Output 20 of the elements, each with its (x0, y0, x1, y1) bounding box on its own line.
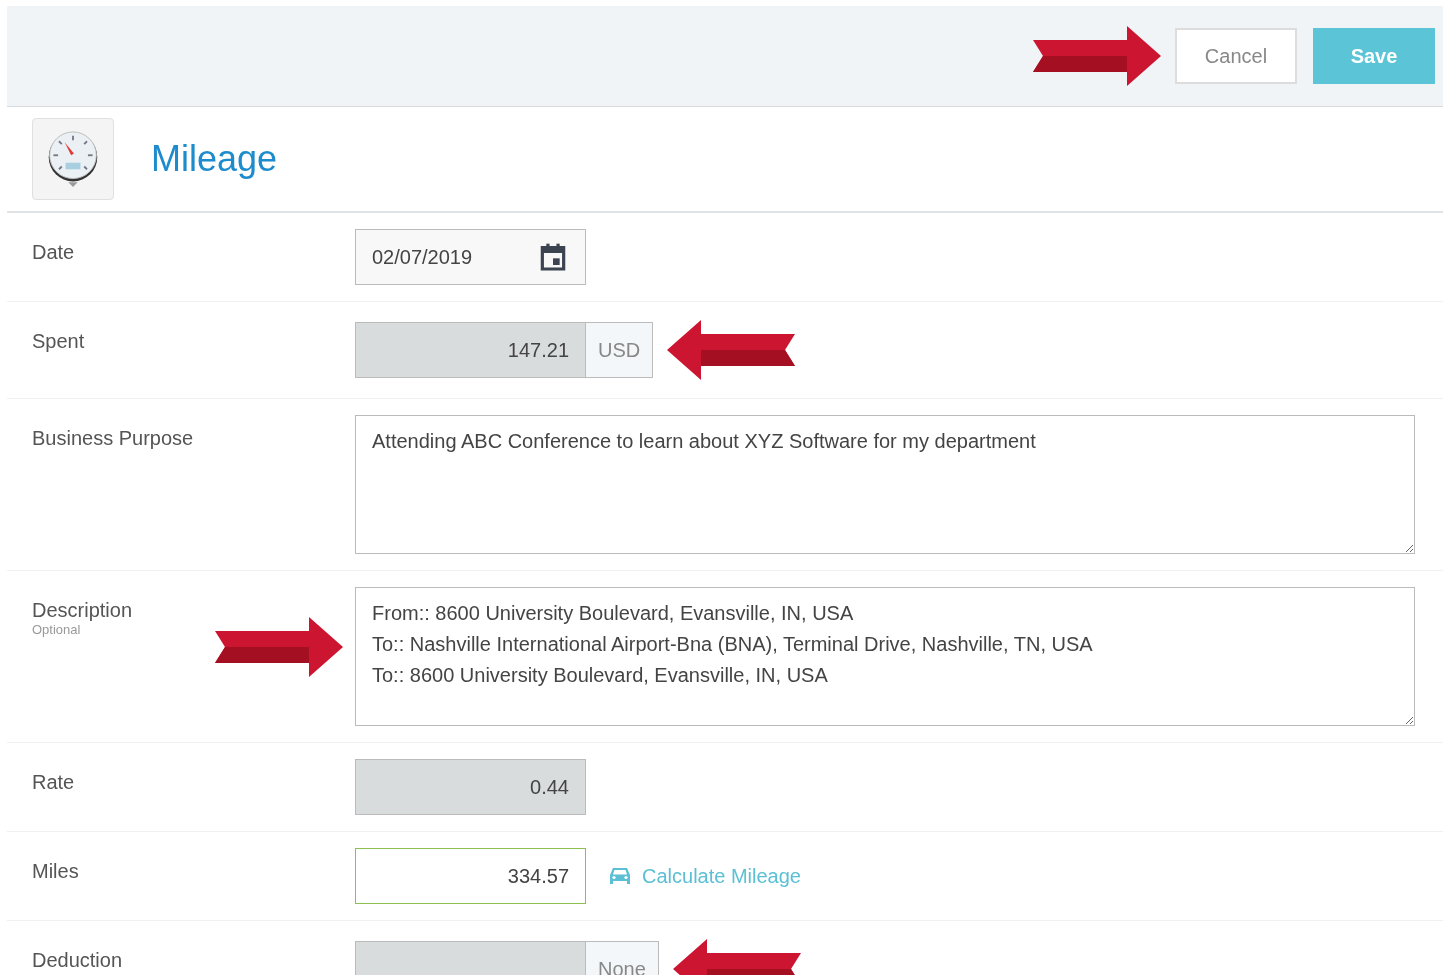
miles-field[interactable]: 334.57 (355, 848, 586, 904)
field-label: Description (32, 599, 133, 622)
speedometer-icon (32, 118, 114, 200)
field-label: Rate (32, 771, 75, 794)
amount-field: 147.21 (355, 322, 586, 378)
currency-addon: USD (586, 322, 654, 378)
page-title: Mileage (151, 138, 278, 180)
field-label: Date (32, 241, 75, 264)
field-label: Deduction (32, 949, 123, 972)
field-label: Spent (32, 330, 85, 353)
field-label: Business Purpose (32, 427, 194, 450)
rate-field: 0.44 (355, 759, 586, 815)
field-label: Miles (32, 860, 79, 883)
date-field[interactable]: 02/07/2019 (355, 229, 586, 285)
text-area[interactable]: From:: 8600 University Boulevard, Evansville, IN, USA To:: Nashville International Airport-Bna (BNA), Terminal Drive, Nashville, TN, USA To:: 8600 University Boulevard, Evansville, IN, USA (355, 587, 1415, 726)
text-area[interactable]: Attending ABC Conference to learn about XYZ Software for my department (355, 415, 1415, 554)
currency-addon: None (586, 941, 659, 975)
header-button[interactable]: Cancel (1175, 28, 1297, 84)
car-icon (608, 866, 632, 886)
optional-hint: Optional (32, 622, 82, 637)
